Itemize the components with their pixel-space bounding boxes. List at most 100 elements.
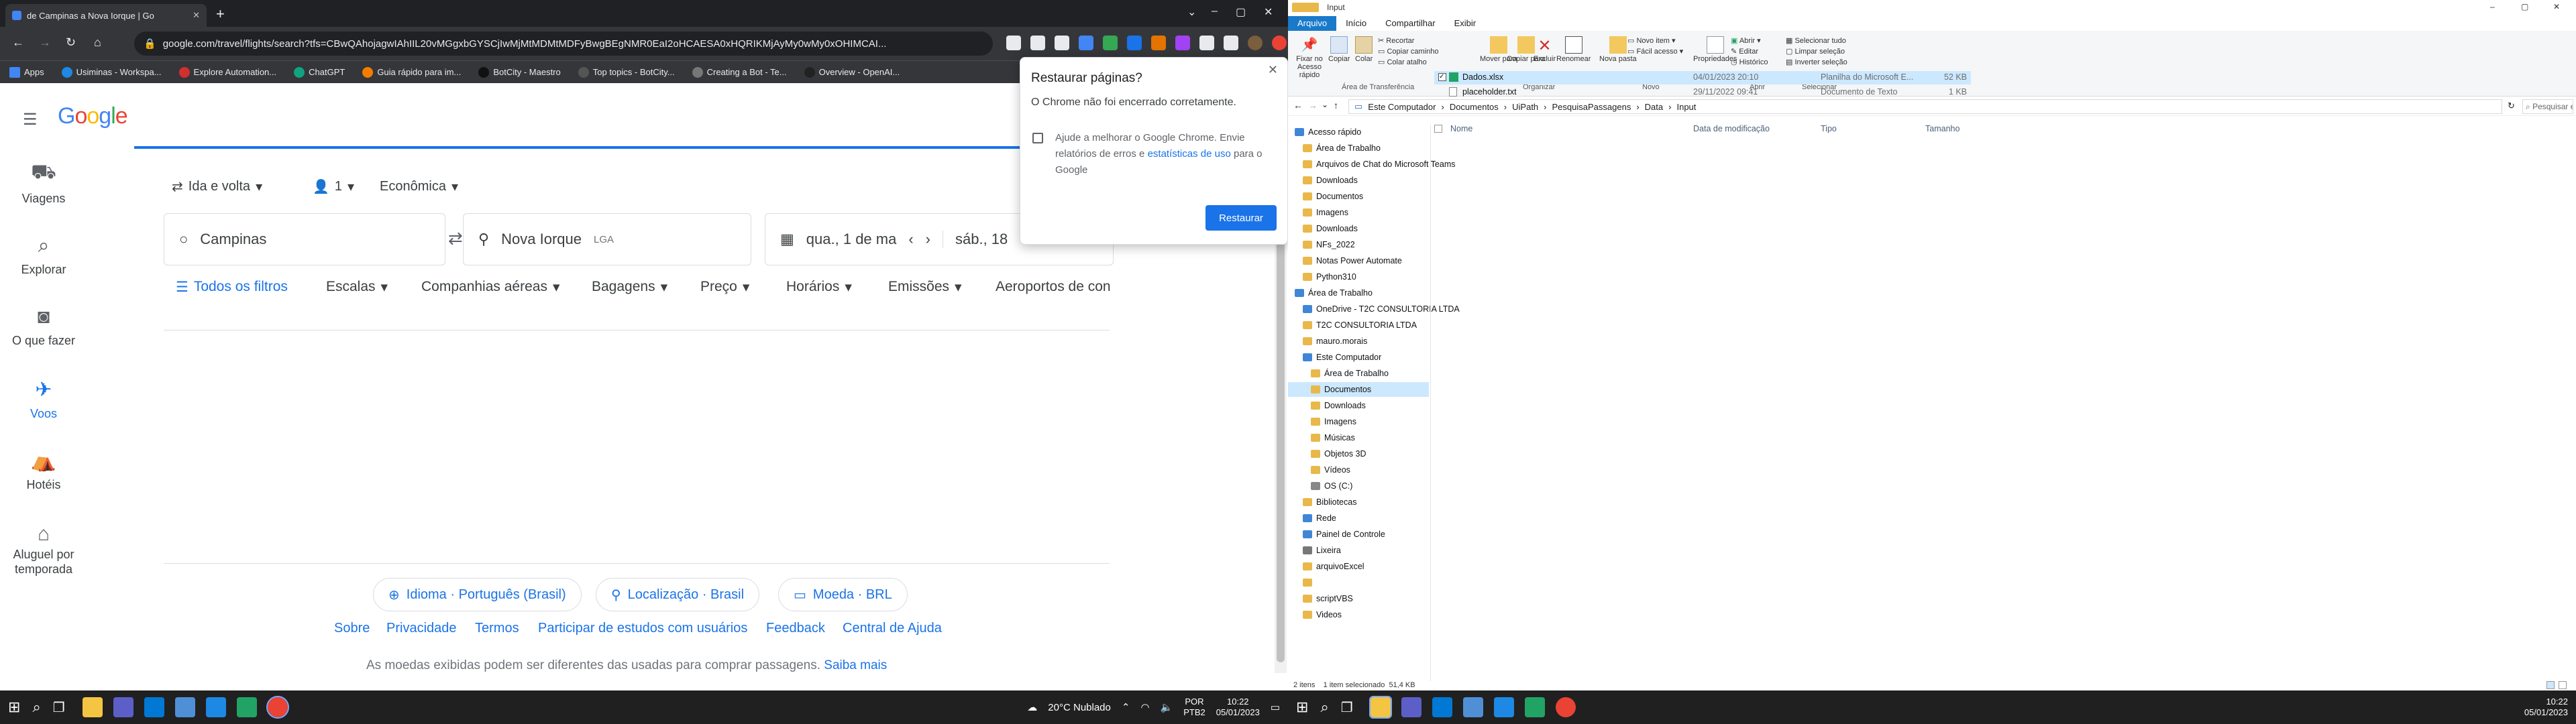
outlook-icon[interactable] (1432, 697, 1452, 717)
tree-item[interactable]: Área de Trabalho (1311, 366, 1389, 381)
tree-item[interactable]: Downloads (1311, 398, 1366, 413)
tree-item[interactable]: Este Computador (1303, 350, 1381, 365)
chrome-icon[interactable] (1555, 697, 1576, 717)
language-indicator[interactable]: POR PTB2 (1183, 697, 1205, 718)
link-privacidade[interactable]: Privacidade (386, 621, 457, 636)
link-feedback[interactable]: Feedback (766, 621, 825, 636)
share-icon[interactable] (1030, 36, 1045, 50)
puzzle-icon[interactable] (1199, 36, 1214, 50)
search-input[interactable]: ⌕ Pesquisar em Input (2522, 99, 2573, 114)
tree-item[interactable]: OS (C:) (1311, 479, 1352, 493)
location-button[interactable]: ⚲ Localização · Brasil (596, 578, 760, 611)
history-button[interactable]: ◷ Histórico (1731, 58, 1768, 66)
col-date[interactable]: Data de modificação (1693, 124, 1770, 133)
tree-item[interactable]: Imagens (1303, 205, 1348, 220)
back-icon[interactable]: ← (1293, 100, 1303, 111)
task-view-icon[interactable]: ❐ (1341, 699, 1353, 716)
tree-item[interactable]: Documentos (1303, 189, 1363, 204)
currency-button[interactable]: ▭ Moeda · BRL (778, 578, 908, 611)
extension-icon[interactable] (1175, 36, 1190, 50)
tree-item[interactable]: Downloads (1303, 221, 1358, 236)
breadcrumb-item[interactable]: Documentos (1450, 102, 1499, 112)
quick-access-toolbar-icon[interactable] (1292, 3, 1319, 12)
pin-quick-access-button[interactable]: 📌 Fixar no Acesso rápido (1295, 36, 1324, 79)
tab-exibir[interactable]: Exibir (1445, 16, 1486, 31)
address-bar[interactable]: 🔒 google.com/travel/flights/search?tfs=C… (134, 32, 993, 56)
chrome-menu-icon[interactable] (1272, 36, 1287, 50)
refresh-icon[interactable]: ↻ (2508, 101, 2515, 111)
new-item-button[interactable]: ▭ Novo item ▾ (1627, 36, 1676, 45)
excel-icon[interactable] (236, 697, 257, 717)
chevron-up-icon[interactable]: ⌃ (1122, 701, 1130, 713)
uipath-icon[interactable] (1493, 697, 1514, 717)
col-size[interactable]: Tamanho (1925, 124, 1960, 133)
link-ajuda[interactable]: Central de Ajuda (843, 621, 942, 636)
close-window-icon[interactable]: ✕ (2553, 2, 2560, 11)
star-icon[interactable] (1055, 36, 1069, 50)
select-all-checkbox[interactable] (1434, 125, 1442, 133)
destination-field[interactable]: ⚲ Nova Iorque LGA (463, 213, 751, 265)
clock[interactable]: 10:22 05/01/2023 (1216, 697, 1260, 718)
minimize-icon[interactable]: – (2490, 2, 2495, 11)
tree-item[interactable]: Notas Power Automate (1303, 253, 1402, 268)
paste-shortcut-button[interactable]: ▭ Colar atalho (1378, 58, 1427, 66)
new-tab-icon[interactable]: + (216, 5, 225, 23)
tree-item[interactable]: Rede (1303, 511, 1336, 526)
tab-inicio[interactable]: Início (1336, 16, 1376, 31)
chevron-down-icon[interactable]: ⌄ (1187, 5, 1196, 19)
file-explorer-icon[interactable] (1368, 696, 1392, 719)
passengers-select[interactable]: 👤 1 ▾ (313, 178, 354, 195)
language-button[interactable]: ⊕ Idioma · Português (Brasil) (373, 578, 582, 611)
copy-button[interactable]: Copiar (1328, 36, 1350, 63)
file-row[interactable]: placeholder.txt 29/11/2022 09:41 Documen… (1434, 86, 1971, 99)
filter-escalas[interactable]: Escalas ▾ (326, 272, 388, 302)
tab-compartilhar[interactable]: Compartilhar (1376, 16, 1444, 31)
google-logo[interactable]: Google (58, 103, 128, 129)
recent-locations-icon[interactable]: ⌄ (1322, 100, 1328, 109)
tree-item[interactable]: Área de Trabalho (1295, 286, 1373, 300)
weather-text[interactable]: 20°C Nublado (1048, 702, 1111, 713)
filter-emissoes[interactable]: Emissões ▾ (888, 272, 962, 302)
file-row[interactable]: ✓ Dados.xlsx 04/01/2023 20:10 Planilha d… (1434, 71, 1971, 84)
swap-icon[interactable]: ⇄ (448, 228, 463, 249)
cut-button[interactable]: ✂ Recortar (1378, 36, 1414, 45)
chevron-right-icon[interactable]: › (926, 231, 930, 248)
extension-icon[interactable] (1079, 36, 1093, 50)
file-explorer-icon[interactable] (82, 697, 103, 717)
row-checkbox[interactable]: ✓ (1438, 73, 1446, 81)
minimize-icon[interactable]: – (1212, 5, 1218, 17)
col-type[interactable]: Tipo (1821, 124, 1837, 133)
wifi-icon[interactable]: ◠ (1140, 701, 1149, 713)
tree-item[interactable]: Área de Trabalho (1303, 141, 1381, 156)
tree-item[interactable]: Lixeira (1303, 543, 1341, 558)
col-name[interactable]: Nome (1450, 124, 1472, 133)
tree-item[interactable]: Videos (1303, 607, 1342, 622)
rename-button[interactable]: Renomear (1556, 36, 1591, 63)
nav-voos[interactable]: ✈ Voos (0, 378, 87, 421)
extension-icon[interactable] (1103, 36, 1118, 50)
breadcrumb-item[interactable]: Este Computador (1368, 102, 1436, 112)
breadcrumb-item[interactable]: UiPath (1512, 102, 1538, 112)
notification-icon[interactable]: ▭ (1271, 701, 1280, 713)
app-icon[interactable] (1462, 697, 1483, 717)
delete-button[interactable]: ✕ Excluir (1534, 36, 1556, 63)
link-sobre[interactable]: Sobre (334, 621, 370, 636)
select-all-button[interactable]: ▦ Selecionar tudo (1786, 36, 1846, 45)
tree-item[interactable]: Vídeos (1311, 463, 1350, 477)
tree-item[interactable]: arquivoExcel (1303, 559, 1364, 574)
hamburger-menu-icon[interactable]: ☰ (23, 110, 38, 129)
tree-item[interactable]: Músicas (1311, 430, 1355, 445)
tree-item[interactable]: NFs_2022 (1303, 237, 1355, 252)
up-icon[interactable]: ↑ (1334, 100, 1338, 111)
tree-item[interactable]: T2C CONSULTORIA LTDA (1303, 318, 1417, 333)
chevron-left-icon[interactable]: ‹ (908, 231, 913, 248)
usage-stats-link[interactable]: estatísticas de uso (1148, 148, 1231, 160)
outlook-icon[interactable] (144, 697, 164, 717)
forward-icon[interactable]: → (1308, 100, 1318, 111)
bookmark-apps[interactable]: Apps (9, 66, 44, 78)
bookmark-item[interactable]: ChatGPT (294, 66, 345, 78)
learn-more-link[interactable]: Saiba mais (824, 658, 887, 672)
bookmark-item[interactable]: Top topics - BotCity... (578, 66, 675, 78)
teams-icon[interactable] (1401, 697, 1421, 717)
large-icons-view-icon[interactable] (2559, 681, 2567, 689)
